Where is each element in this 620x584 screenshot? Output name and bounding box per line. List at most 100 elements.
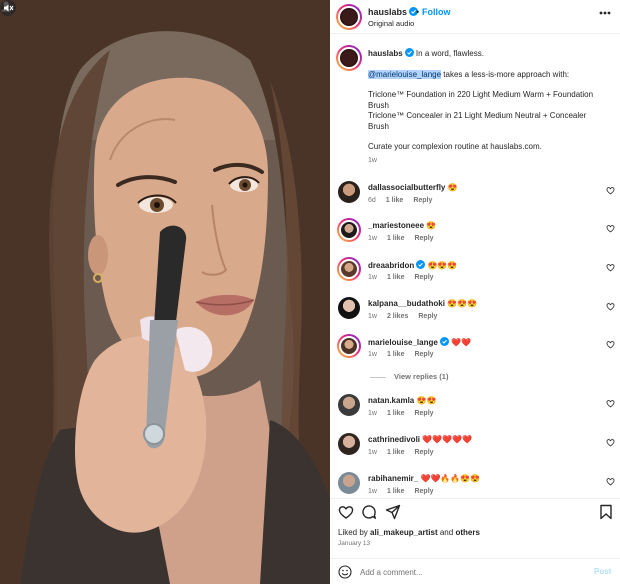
heart-icon[interactable] <box>606 263 615 272</box>
commenter-username[interactable]: cathrinedivoli <box>368 435 420 444</box>
comment-item: natan.kamla 😍😍 1w 1 like Reply <box>330 394 620 430</box>
separator-dot: • <box>416 7 420 17</box>
heart-icon[interactable] <box>606 477 615 486</box>
commenter-username[interactable]: marielouise_lange <box>368 338 438 347</box>
caption-text: Curate your complexion routine at hausla… <box>368 142 542 151</box>
verified-badge-icon <box>404 48 414 57</box>
comment-text: ❤️❤️ <box>451 338 471 347</box>
heart-icon[interactable] <box>606 186 615 195</box>
commenter-username[interactable]: rabihanemir_ <box>368 474 418 483</box>
more-options-icon[interactable] <box>598 9 612 17</box>
liked-by-user-link[interactable]: ali_makeup_artist <box>370 528 438 537</box>
comment-likes[interactable]: 1 like <box>386 197 404 204</box>
reply-button[interactable]: Reply <box>413 197 432 204</box>
comment-time[interactable]: 1w <box>368 235 377 242</box>
view-replies-button[interactable]: View replies (1) <box>370 372 448 381</box>
comment-time[interactable]: 1w <box>368 313 377 320</box>
post-comment-button[interactable]: Post <box>594 567 611 576</box>
reply-button[interactable]: Reply <box>414 488 433 495</box>
comment-icon[interactable] <box>361 504 377 520</box>
reply-button[interactable]: Reply <box>414 274 433 281</box>
comment-likes[interactable]: 2 likes <box>387 313 408 320</box>
heart-icon[interactable] <box>606 224 615 233</box>
reply-button[interactable]: Reply <box>414 235 433 242</box>
comment-likes[interactable]: 1 like <box>387 449 405 456</box>
bookmark-icon[interactable] <box>598 504 614 520</box>
comment-item: cathrinedivoli ❤️❤️❤️❤️❤️ 1w 1 like Reply <box>330 433 620 469</box>
heart-icon[interactable] <box>606 340 615 349</box>
heart-icon[interactable] <box>606 302 615 311</box>
post-date[interactable]: January 13 <box>338 540 370 547</box>
reply-button[interactable]: Reply <box>414 410 433 417</box>
post-header: hauslabs • Follow Original audio <box>330 0 620 34</box>
heart-icon[interactable] <box>606 399 615 408</box>
comment-likes[interactable]: 1 like <box>387 410 405 417</box>
caption-product-line: Triclone™ Concealer in 21 Light Medium N… <box>368 111 587 131</box>
comment-text: 😍😍😍 <box>427 261 458 270</box>
caption-username[interactable]: hauslabs <box>368 49 403 58</box>
follow-button[interactable]: Follow <box>422 7 451 17</box>
commenter-username[interactable]: _mariestoneee <box>368 221 424 230</box>
likes-others-link[interactable]: others <box>455 528 479 537</box>
replies-divider <box>370 376 386 378</box>
comment-text: 😍 <box>447 183 458 192</box>
video-frame <box>0 0 330 584</box>
comment-likes[interactable]: 1 like <box>387 274 405 281</box>
comment-likes[interactable]: 1 like <box>387 351 405 358</box>
comment-text: ❤️❤️🔥🔥😍😍 <box>420 474 481 483</box>
caption-avatar[interactable] <box>336 45 362 71</box>
comment-likes[interactable]: 1 like <box>387 488 405 495</box>
reply-button[interactable]: Reply <box>414 351 433 358</box>
view-replies-label[interactable]: View replies (1) <box>394 372 448 381</box>
comment-text: 😍😍 <box>416 396 437 405</box>
commenter-avatar[interactable] <box>338 433 360 455</box>
comment-likes[interactable]: 1 like <box>387 235 405 242</box>
post-actions-bar <box>330 498 620 524</box>
likes-summary: Liked by ali_makeup_artist and others <box>338 528 480 537</box>
commenter-username[interactable]: kalpana__budathoki <box>368 299 445 308</box>
muted-audio-icon[interactable] <box>0 0 16 16</box>
comment-item: dreaabridon 😍😍😍 1w 1 like Reply <box>330 257 620 294</box>
heart-icon[interactable] <box>606 438 615 447</box>
commenter-username[interactable]: dallassocialbutterfly <box>368 183 445 192</box>
commenter-username[interactable]: natan.kamla <box>368 396 414 405</box>
audio-label[interactable]: Original audio <box>368 19 414 28</box>
post-caption: hauslabs In a word, flawless. @marieloui… <box>368 48 608 153</box>
emoji-icon[interactable] <box>338 565 352 579</box>
heart-icon[interactable] <box>338 504 354 520</box>
caption-timestamp[interactable]: 1w <box>368 157 377 164</box>
add-comment-bar: Post <box>330 558 620 584</box>
comment-item: _mariestoneee 😍 1w 1 like Reply <box>330 218 620 255</box>
post-video[interactable] <box>0 0 330 584</box>
comment-time[interactable]: 1w <box>368 274 377 281</box>
caption-product-line: Triclone™ Foundation in 220 Light Medium… <box>368 90 594 110</box>
verified-badge-icon <box>439 337 449 346</box>
comment-time[interactable]: 1w <box>368 488 377 495</box>
reply-button[interactable]: Reply <box>414 449 433 456</box>
author-username[interactable]: hauslabs <box>368 7 419 17</box>
commenter-avatar[interactable] <box>338 394 360 416</box>
comment-text: 😍😍😍 <box>447 299 478 308</box>
post-side-panel: hauslabs • Follow Original audio hauslab… <box>330 0 620 584</box>
comment-time[interactable]: 1w <box>368 449 377 456</box>
commenter-avatar[interactable] <box>338 297 360 319</box>
commenter-avatar[interactable] <box>337 334 361 358</box>
comment-item: kalpana__budathoki 😍😍😍 1w 2 likes Reply <box>330 297 620 333</box>
share-icon[interactable] <box>385 504 401 520</box>
verified-badge-icon <box>416 260 426 269</box>
commenter-avatar[interactable] <box>337 218 361 242</box>
caption-mention-link[interactable]: @marielouise_lange <box>368 69 442 79</box>
comment-time[interactable]: 1w <box>368 351 377 358</box>
commenter-username[interactable]: dreaabridon <box>368 261 414 270</box>
comment-item: marielouise_lange ❤️❤️ 1w 1 like Reply <box>330 334 620 371</box>
commenter-avatar[interactable] <box>338 472 360 494</box>
author-avatar[interactable] <box>336 4 362 30</box>
reply-button[interactable]: Reply <box>418 313 437 320</box>
comment-time[interactable]: 1w <box>368 410 377 417</box>
comment-text: ❤️❤️❤️❤️❤️ <box>422 435 473 444</box>
comment-time[interactable]: 6d <box>368 197 376 204</box>
likes-prefix: Liked by <box>338 528 368 537</box>
commenter-avatar[interactable] <box>338 181 360 203</box>
commenter-avatar[interactable] <box>337 257 361 281</box>
comment-input[interactable] <box>360 564 580 580</box>
